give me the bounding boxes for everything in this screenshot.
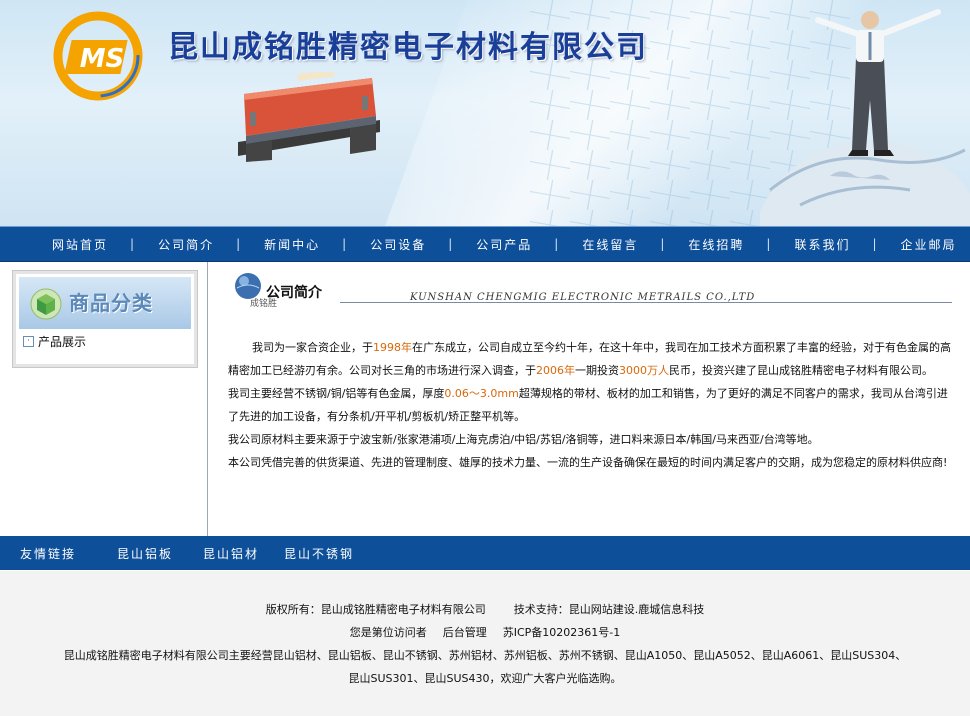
category-box-icon [30,288,62,320]
intro-highlight: 1998年 [373,341,412,354]
footer-copyright: 版权所有：昆山成铭胜精密电子材料有限公司 [265,603,486,616]
friend-links-title: 友情链接 [20,547,77,561]
company-logo: MS [53,11,143,101]
intro-paragraph-2: 我司主要经营不锈钢/铜/铝等有色金属，厚度0.06～3.0mm超薄规格的带材、板… [228,382,954,428]
friend-link-aluminum[interactable]: 昆山铝材 [203,545,259,562]
nav-guestbook[interactable]: 在线留言 [560,236,660,253]
intro-highlight: 0.06～3.0mm [444,387,519,400]
footer-icp[interactable]: 苏ICP备10202361号-1 [503,626,621,639]
nav-about[interactable]: 公司简介 [136,236,236,253]
intro-paragraph-1: 我司为一家合资企业，于1998年在广东成立，公司自成立至今约十年，在这十年中，我… [228,336,954,382]
sidebar-title: 商品分类 [69,291,153,315]
content-divider [207,262,208,536]
intro-highlight: 2006年 [536,364,575,377]
footer-description-2: 昆山SUS301、昆山SUS430，欢迎广大客户光临选购。 [348,672,622,685]
sidebar-item-products[interactable]: · 产品展示 [23,333,86,350]
svg-text:MS: MS [80,44,125,74]
intro-text: 我司为一家合资企业，于 [252,341,373,354]
company-title: 昆山成铭胜精密电子材料有限公司 [168,30,648,65]
intro-paragraph-4: 本公司凭借完善的供货渠道、先进的管理制度、雄厚的技术力量、一流的生产设备确保在最… [228,456,948,469]
intro-highlight: 3000万人 [619,364,669,377]
section-subtitle: 成铭胜 [250,299,278,309]
section-rule [340,302,952,303]
page-footer: 版权所有：昆山成铭胜精密电子材料有限公司 技术支持：昆山网站建设.鹿城信息科技 您… [0,571,970,716]
nav-mail[interactable]: 企业邮局 [879,236,970,253]
header-banner: MS 昆山成铭胜精密电子材料有限公司 [0,0,970,226]
shearing-machine-image [238,72,380,162]
friend-link-stainless[interactable]: 昆山不锈钢 [284,545,354,562]
product-category-sidebar: 商品分类 · 产品展示 [12,270,198,368]
nav-products[interactable]: 公司产品 [454,236,554,253]
footer-row-2: 您是第位访问者 后台管理 苏ICP备10202361号-1 [0,624,970,640]
footer-visitor-count: 您是第位访问者 [349,626,427,639]
intro-text: 民币，投资兴建了昆山成铭胜精密电子材料有限公司。 [669,364,933,377]
sidebar-item-label: 产品展示 [38,335,87,349]
sidebar-header: 商品分类 [19,277,191,329]
footer-row-1: 版权所有：昆山成铭胜精密电子材料有限公司 技术支持：昆山网站建设.鹿城信息科技 [0,601,970,617]
nav-contact[interactable]: 联系我们 [772,236,872,253]
footer-tech-support[interactable]: 技术支持：昆山网站建设.鹿城信息科技 [514,603,705,616]
businessman-on-globe-image [760,9,970,226]
footer-description-1: 昆山成铭胜精密电子材料有限公司主要经营昆山铝材、昆山铝板、昆山不锈钢、苏州铝材、… [63,649,907,662]
friend-links-bar: 友情链接 昆山铝板 昆山铝材 昆山不锈钢 [0,536,970,570]
friend-link-aluminum-plate[interactable]: 昆山铝板 [117,545,173,562]
expand-box-icon: · [23,336,34,347]
footer-admin-link[interactable]: 后台管理 [443,626,487,639]
intro-paragraph-3: 我公司原材料主要来源于宁波宝新/张家港浦项/上海克虏泊/中铝/苏铝/洛铜等，进口… [228,433,819,446]
company-intro-text: 我司为一家合资企业，于1998年在广东成立，公司自成立至今约十年，在这十年中，我… [228,336,954,474]
nav-equipment[interactable]: 公司设备 [348,236,448,253]
intro-text: 我司主要经营不锈钢/铜/铝等有色金属，厚度 [228,387,445,400]
main-navigation: 网站首页 | 公司简介 | 新闻中心 | 公司设备 | 公司产品 | 在线留言 | 在线招聘… [0,226,970,262]
nav-home[interactable]: 网站首页 [30,236,130,253]
intro-text: 一期投资 [575,364,619,377]
main-content: 公司简介 成铭胜 KUNSHAN CHENGMIG ELECTRONIC MET… [228,266,956,469]
nav-jobs[interactable]: 在线招聘 [666,236,766,253]
section-header: 公司简介 成铭胜 KUNSHAN CHENGMIG ELECTRONIC MET… [228,266,956,309]
nav-news[interactable]: 新闻中心 [242,236,342,253]
